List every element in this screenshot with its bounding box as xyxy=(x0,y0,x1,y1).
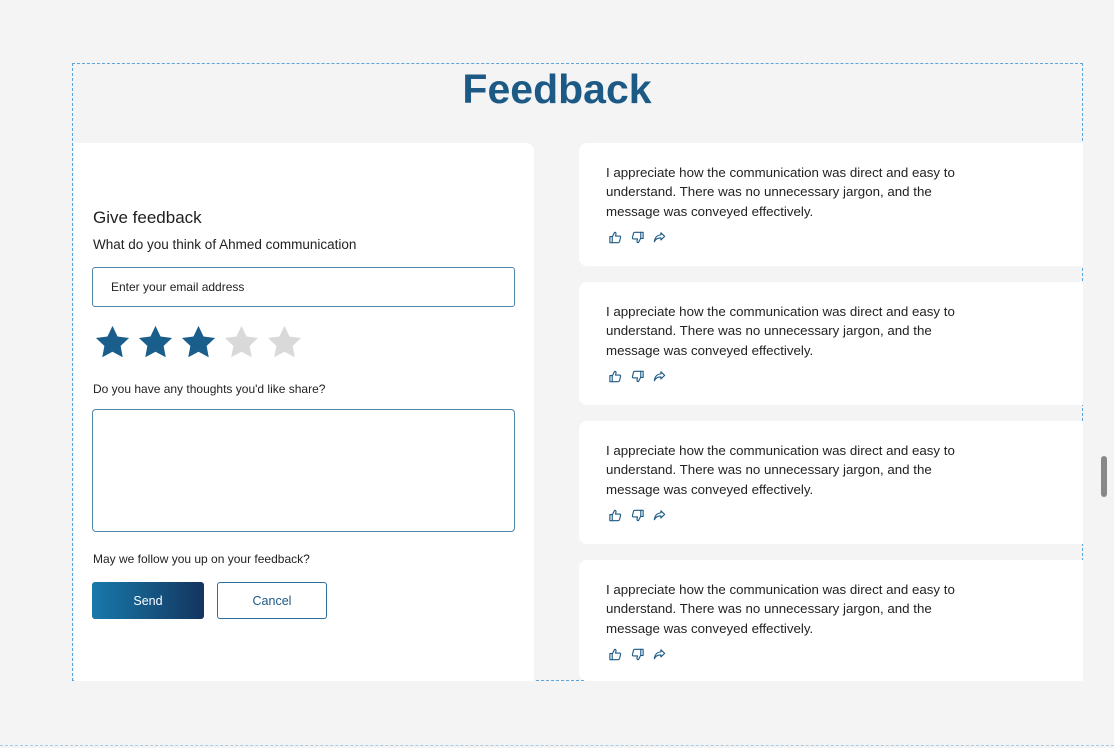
thumbs-down-icon[interactable] xyxy=(630,230,645,245)
send-button[interactable]: Send xyxy=(92,582,204,619)
page-title: Feedback xyxy=(462,66,652,112)
share-icon[interactable] xyxy=(652,230,667,245)
star-rating[interactable] xyxy=(93,323,304,362)
feedback-form-card: Give feedback What do you think of Ahmed… xyxy=(74,143,534,681)
review-text: I appreciate how the communication was d… xyxy=(606,582,955,636)
share-icon[interactable] xyxy=(652,369,667,384)
thumbs-up-icon[interactable] xyxy=(608,230,623,245)
review-card: I appreciate how the communication was d… xyxy=(579,421,1083,544)
divider xyxy=(0,745,1114,746)
review-text: I appreciate how the communication was d… xyxy=(606,443,955,497)
review-actions xyxy=(608,369,667,384)
share-icon[interactable] xyxy=(652,647,667,662)
thumbs-down-icon[interactable] xyxy=(630,647,645,662)
thoughts-label: Do you have any thoughts you'd like shar… xyxy=(93,382,326,396)
star-icon[interactable] xyxy=(222,323,261,362)
review-card: I appreciate how the communication was d… xyxy=(579,282,1083,405)
scrollbar-thumb[interactable] xyxy=(1101,456,1107,497)
review-actions xyxy=(608,647,667,662)
thumbs-up-icon[interactable] xyxy=(608,508,623,523)
thumbs-down-icon[interactable] xyxy=(630,369,645,384)
review-text: I appreciate how the communication was d… xyxy=(606,165,955,219)
thumbs-up-icon[interactable] xyxy=(608,647,623,662)
thoughts-textarea[interactable] xyxy=(92,409,515,532)
thumbs-down-icon[interactable] xyxy=(630,508,645,523)
review-card: I appreciate how the communication was d… xyxy=(579,560,1083,681)
cancel-button[interactable]: Cancel xyxy=(217,582,327,619)
review-card: I appreciate how the communication was d… xyxy=(579,143,1083,266)
form-heading: Give feedback xyxy=(93,208,202,227)
form-question: What do you think of Ahmed communication xyxy=(93,237,357,252)
star-icon[interactable] xyxy=(136,323,175,362)
share-icon[interactable] xyxy=(652,508,667,523)
review-actions xyxy=(608,508,667,523)
star-icon[interactable] xyxy=(93,323,132,362)
review-text: I appreciate how the communication was d… xyxy=(606,304,955,358)
followup-label: May we follow you up on your feedback? xyxy=(93,552,310,566)
star-icon[interactable] xyxy=(265,323,304,362)
email-field[interactable] xyxy=(92,267,515,307)
star-icon[interactable] xyxy=(179,323,218,362)
thumbs-up-icon[interactable] xyxy=(608,369,623,384)
review-actions xyxy=(608,230,667,245)
